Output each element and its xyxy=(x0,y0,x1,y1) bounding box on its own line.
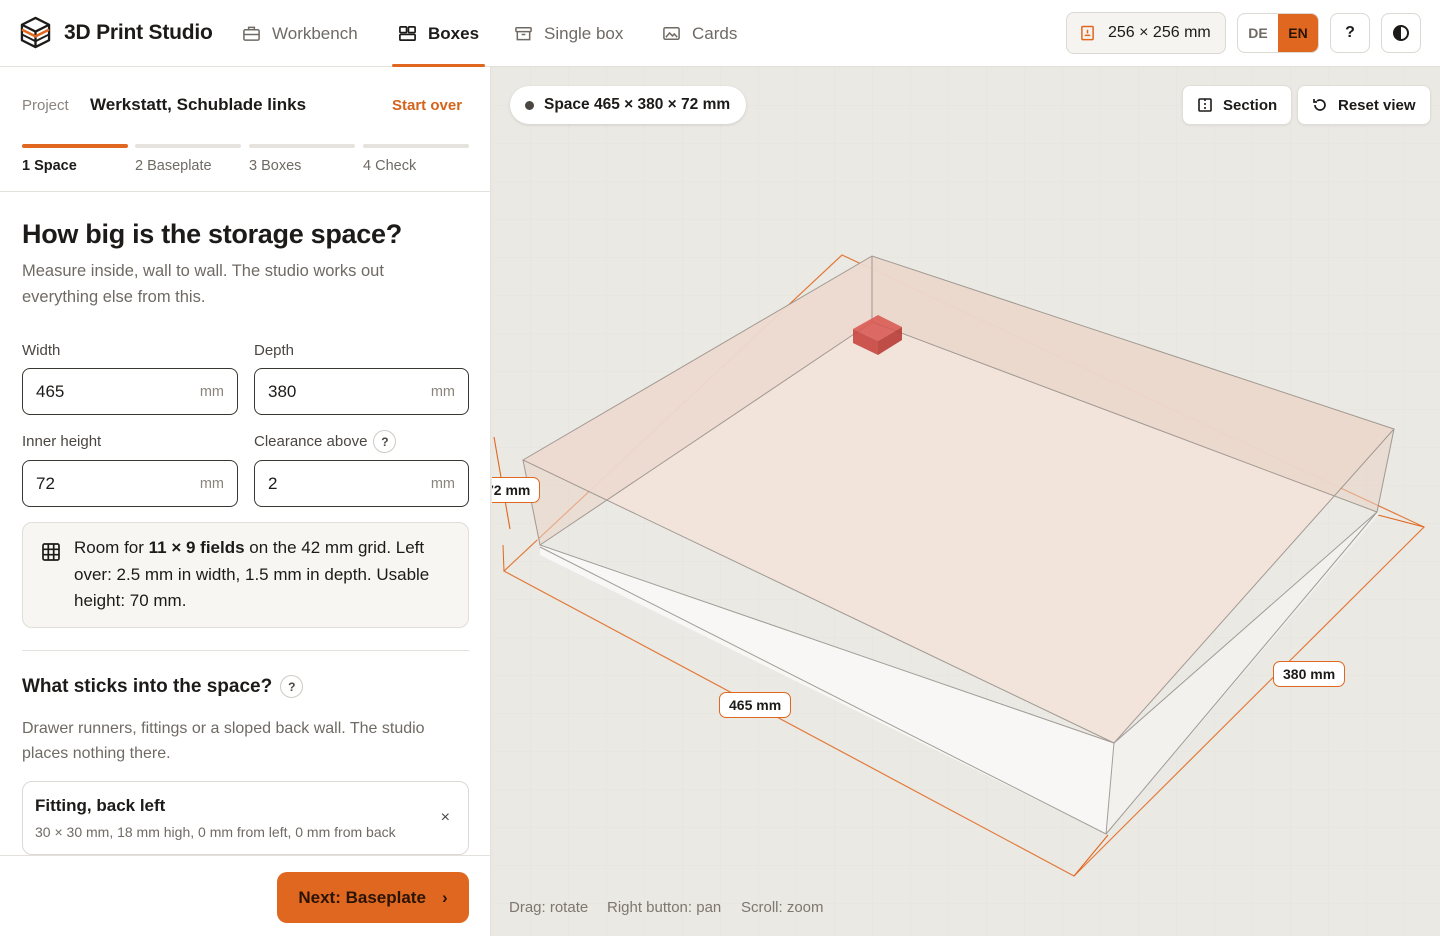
reset-view-label: Reset view xyxy=(1338,96,1416,114)
step-space[interactable]: 1 Space xyxy=(22,144,128,174)
space-description: Measure inside, wall to wall. The studio… xyxy=(22,262,384,306)
unit-label: mm xyxy=(199,475,224,492)
help-button[interactable]: ? xyxy=(1330,13,1370,53)
clearance-input[interactable] xyxy=(268,473,408,494)
nav-boxes[interactable]: Boxes xyxy=(391,0,486,67)
panel-footer: Next: Baseplate › xyxy=(0,855,490,936)
divider xyxy=(0,191,490,192)
step-boxes[interactable]: 3 Boxes xyxy=(249,144,355,174)
app-title: 3D Print Studio xyxy=(64,20,213,44)
space-pill-text: Space 465 × 380 × 72 mm xyxy=(544,96,731,113)
width-label-text: Width xyxy=(22,342,61,359)
help-circle-icon[interactable]: ? xyxy=(280,675,304,698)
obstacles-heading-text: What sticks into the space? xyxy=(22,675,273,697)
unit-label: mm xyxy=(430,383,455,400)
inner-height-input[interactable] xyxy=(36,473,176,494)
nav-label: Single box xyxy=(544,23,624,43)
depth-input[interactable] xyxy=(268,381,408,402)
obstacles-description: Drawer runners, fittings or a sloped bac… xyxy=(22,720,425,762)
inner-height-field[interactable]: mm xyxy=(22,460,238,507)
grid-info-text: Room for 11 × 9 fields on the 42 mm grid… xyxy=(74,535,454,615)
theme-toggle-button[interactable] xyxy=(1381,13,1421,53)
toolbox-icon xyxy=(243,26,260,41)
step-indicator: 1 Space 2 Baseplate 3 Boxes 4 Check xyxy=(22,144,469,174)
printer-icon xyxy=(1081,25,1094,41)
section-icon xyxy=(1198,98,1212,112)
info-fields: 11 × 9 fields xyxy=(148,538,245,557)
section-button[interactable]: Section xyxy=(1182,85,1293,125)
obstacle-meta: 30 × 30 mm, 18 mm high, 0 mm from left, … xyxy=(35,824,396,840)
clearance-label-text: Clearance above xyxy=(254,433,368,450)
top-bar: 3D Print Studio Workbench Boxes Single b… xyxy=(0,0,1440,67)
project-label: Project xyxy=(22,97,69,114)
help-circle-icon[interactable]: ? xyxy=(373,430,397,453)
nav-label: Boxes xyxy=(428,23,480,43)
cube-logo-icon xyxy=(20,16,51,49)
boxes-icon xyxy=(399,25,416,42)
width-label: Width xyxy=(22,342,60,359)
reset-icon xyxy=(1313,99,1326,111)
height-dimension-label: 72 mm xyxy=(492,477,541,503)
single-box-icon xyxy=(515,27,532,41)
info-prefix: Room for xyxy=(74,538,149,557)
lang-en[interactable]: EN xyxy=(1278,14,1318,52)
inner-height-label-text: Inner height xyxy=(22,433,102,450)
remove-obstacle-icon[interactable]: × xyxy=(441,809,450,827)
step-label: 4 Check xyxy=(363,158,417,174)
step-baseplate[interactable]: 2 Baseplate xyxy=(135,144,241,174)
nav-single-box[interactable]: Single box xyxy=(514,0,623,67)
unit-label: mm xyxy=(430,475,455,492)
printer-bed-selector[interactable]: 256 × 256 mm xyxy=(1066,12,1226,54)
brand[interactable]: 3D Print Studio xyxy=(20,16,213,49)
hint-rotate: Drag: rotate xyxy=(509,899,589,916)
step-check[interactable]: 4 Check xyxy=(363,144,469,174)
obstacles-heading: What sticks into the space? ? xyxy=(22,675,304,698)
clearance-label: Clearance above ? xyxy=(254,430,397,453)
step-label: 3 Boxes xyxy=(249,158,302,174)
hint-zoom: Scroll: zoom xyxy=(741,899,824,916)
scene-canvas[interactable] xyxy=(492,67,1440,936)
nav-workbench[interactable]: Workbench xyxy=(242,0,358,67)
reset-view-button[interactable]: Reset view xyxy=(1297,85,1431,125)
depth-label: Depth xyxy=(254,342,294,359)
space-dimensions-pill: Space 465 × 380 × 72 mm xyxy=(510,86,747,124)
depth-dimension-label: 380 mm xyxy=(1273,661,1346,687)
clearance-field[interactable]: mm xyxy=(254,460,469,507)
divider xyxy=(22,650,469,651)
width-field[interactable]: mm xyxy=(22,368,238,415)
section-label: Section xyxy=(1223,96,1278,114)
start-over-link[interactable]: Start over xyxy=(392,97,462,114)
obstacle-title: Fitting, back left xyxy=(35,796,166,815)
printer-bed-size: 256 × 256 mm xyxy=(1108,24,1211,41)
status-dot xyxy=(525,100,534,110)
unit-label: mm xyxy=(199,383,224,400)
step-label: 2 Baseplate xyxy=(135,158,212,174)
setup-panel: Project Werkstatt, Schublade links Start… xyxy=(0,67,491,936)
nav-label: Workbench xyxy=(272,23,358,43)
depth-field[interactable]: mm xyxy=(254,368,469,415)
nav-cards[interactable]: Cards xyxy=(662,0,737,67)
grid-info-box: Room for 11 × 9 fields on the 42 mm grid… xyxy=(22,522,469,628)
inner-height-label: Inner height xyxy=(22,433,101,450)
image-card-icon xyxy=(663,27,680,40)
next-baseplate-button[interactable]: Next: Baseplate › xyxy=(277,872,469,923)
width-dimension-label: 465 mm xyxy=(719,692,792,718)
grid-icon xyxy=(42,543,60,561)
language-switch[interactable]: DE EN xyxy=(1237,13,1319,53)
step-label: 1 Space xyxy=(22,158,77,174)
contrast-icon xyxy=(1393,25,1409,41)
chevron-right-icon: › xyxy=(441,887,448,907)
3d-viewport[interactable]: Space 465 × 380 × 72 mm Section Reset vi… xyxy=(492,67,1440,936)
lang-de[interactable]: DE xyxy=(1238,14,1278,52)
nav-label: Cards xyxy=(692,23,738,43)
hint-pan: Right button: pan xyxy=(607,899,722,916)
project-name[interactable]: Werkstatt, Schublade links xyxy=(90,95,306,115)
depth-label-text: Depth xyxy=(254,342,295,359)
next-label: Next: Baseplate xyxy=(298,887,426,907)
width-input[interactable] xyxy=(36,381,176,402)
obstacle-card[interactable]: Fitting, back left 30 × 30 mm, 18 mm hig… xyxy=(22,781,469,855)
space-heading: How big is the storage space? xyxy=(22,219,402,249)
